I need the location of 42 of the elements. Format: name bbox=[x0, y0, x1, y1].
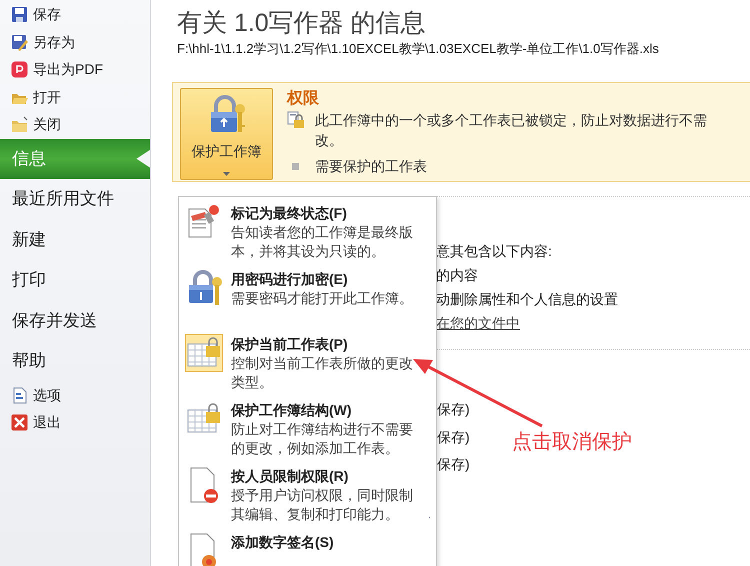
sidebar-tab[interactable]: 打印 bbox=[0, 260, 150, 300]
bullet-icon bbox=[292, 163, 299, 170]
exit-icon bbox=[11, 414, 28, 432]
pdf-icon bbox=[11, 61, 28, 78]
menu-item[interactable]: 添加数字签名(S) bbox=[181, 529, 434, 566]
inspect-link[interactable]: 在您的文件中 bbox=[436, 315, 520, 331]
sidebar-command[interactable]: 选项 bbox=[0, 382, 150, 409]
version-text: 保存) bbox=[437, 456, 470, 472]
sidebar-tab[interactable]: 保存并发送 bbox=[0, 300, 150, 341]
menu-item[interactable]: 按人员限制权限(R) 授予用户访问权限，同时限制其编辑、复制和打印能力。 bbox=[181, 463, 434, 529]
section-text: 意其包含以下内容: bbox=[436, 243, 552, 259]
sidebar-command[interactable]: 导出为PDF bbox=[0, 56, 150, 84]
folder-icon bbox=[11, 116, 28, 134]
sidebar-tab[interactable]: 帮助 bbox=[0, 341, 150, 382]
locked-sheet-icon bbox=[287, 111, 305, 129]
sidebar-tab[interactable]: 新建 bbox=[0, 220, 150, 260]
version-text: 保存) bbox=[437, 401, 470, 417]
annotation-text: 点击取消保护 bbox=[512, 430, 632, 455]
sidebar-command[interactable]: 打开 bbox=[0, 84, 150, 111]
caret-icon bbox=[223, 172, 230, 176]
sidebar-command[interactable]: 保存 bbox=[0, 1, 150, 28]
sidebar-tab[interactable]: 最近所用文件 bbox=[0, 179, 150, 220]
sidebar-command[interactable]: 关闭 bbox=[0, 111, 150, 138]
sidebar-command[interactable]: 退出 bbox=[0, 409, 150, 436]
menu-item[interactable]: 用密码进行加密(E) 需要密码才能打开此工作簿。 bbox=[181, 266, 434, 313]
menu-item[interactable]: 标记为最终状态(F) 告知读者您的工作簿是最终版本，并将其设为只读的。 bbox=[181, 200, 434, 266]
protect-workbook-button[interactable]: 保护工作簿 bbox=[180, 88, 273, 180]
page-title: 有关 1.0写作器 的信息 bbox=[177, 8, 427, 39]
permission-text: 改。 bbox=[315, 131, 343, 150]
floppy-pencil-icon bbox=[11, 34, 28, 51]
section-text: 动删除属性和个人信息的设置 bbox=[436, 291, 618, 307]
permission-text: 此工作簿中的一个或多个工作表已被锁定，防止对数据进行不需 bbox=[315, 111, 707, 130]
version-text: 保存) bbox=[437, 428, 470, 444]
lock-key-icon bbox=[186, 269, 222, 307]
menu-item[interactable]: 保护当前工作表(P) 控制对当前工作表所做的更改类型。 bbox=[181, 331, 434, 397]
section-heading: 权限 bbox=[287, 88, 320, 109]
menu-item[interactable]: 保护工作簿结构(W) 防止对工作簿结构进行不需要的更改，例如添加工作表。 bbox=[181, 397, 434, 463]
document-icon bbox=[11, 386, 28, 404]
protected-sheets-text: 需要保护的工作表 bbox=[315, 157, 427, 176]
section-text: 的内容 bbox=[436, 267, 478, 283]
file-path: F:\hhl-1\1.1.2学习\1.2写作\1.10EXCEL教学\1.03EXCEL教学-单位工作\1.0写作器.xls bbox=[177, 40, 660, 58]
sidebar-command[interactable]: 另存为 bbox=[0, 28, 150, 56]
